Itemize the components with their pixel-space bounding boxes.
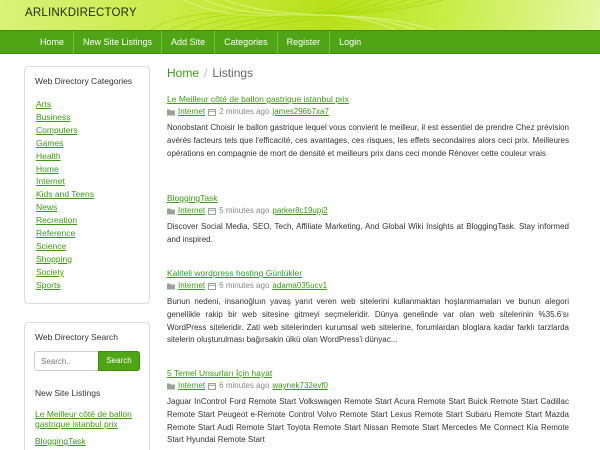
listing-time: 2 minutes ago (219, 107, 270, 116)
listing-author[interactable]: parker8c19upj2 (272, 206, 327, 215)
category-item: Recreation (36, 214, 94, 227)
category-link-computers[interactable]: Computers (36, 125, 78, 135)
categories-title: Web Directory Categories (35, 76, 133, 86)
nav-menu: Home New Site Listings Add Site Categori… (31, 31, 370, 55)
listing-time: 6 minutes ago (219, 381, 270, 390)
listing-title[interactable]: Kaliteli wordpress hosting Günlükler (167, 268, 569, 278)
folder-icon (167, 283, 175, 289)
category-item: Kids and Teens (36, 188, 94, 201)
listing-meta: Internet 6 minutes ago adama035ucv1 (167, 281, 569, 290)
new-site-link[interactable]: Le Meilleur côté de ballon gastrique ist… (35, 409, 132, 429)
category-link-sports[interactable]: Sports (36, 280, 61, 290)
category-item: Home (36, 163, 94, 176)
listing-meta: Internet 6 minutes ago waynek732evf0 (167, 381, 569, 390)
listing-meta: Internet 2 minutes ago james296b7xa7 (167, 107, 569, 116)
search-button[interactable]: Search (98, 351, 140, 371)
breadcrumb-home[interactable]: Home (167, 66, 199, 80)
breadcrumb-separator: / (204, 66, 208, 80)
search-title: Web Directory Search (35, 332, 118, 342)
listing-description: Nonobstant Choisir le ballon gastrique l… (167, 123, 569, 158)
main-navbar: Home New Site Listings Add Site Categori… (0, 30, 600, 54)
breadcrumb-current: Listings (212, 66, 254, 80)
listing-item: Le Meilleur côté de ballon gastrique ist… (167, 94, 569, 160)
category-item: Science (36, 240, 94, 253)
listing-description: Discover Social Media, SEO, Tech, Affili… (167, 222, 569, 244)
calendar-icon (208, 382, 217, 390)
category-item: Business (36, 111, 94, 124)
category-link-reference[interactable]: Reference (36, 228, 75, 238)
listing-category[interactable]: Internet (178, 381, 205, 390)
new-site-link[interactable]: BloggingTask (35, 436, 86, 446)
category-link-science[interactable]: Science (36, 241, 66, 251)
search-input[interactable] (34, 351, 98, 371)
nav-item-register[interactable]: Register (278, 31, 331, 54)
category-link-news[interactable]: News (36, 202, 57, 212)
calendar-icon (208, 282, 217, 290)
site-logo[interactable]: ARLINKDIRECTORY (25, 7, 137, 19)
list-item: BloggingTask (35, 436, 145, 446)
listing-category[interactable]: Internet (178, 281, 205, 290)
listing-item: 5 Temel Unsurları İçin hayat Internet 6 … (167, 368, 569, 447)
category-link-games[interactable]: Games (36, 138, 63, 148)
nav-item-new-site-listings[interactable]: New Site Listings (74, 31, 163, 54)
category-list: Arts Business Computers Games Health Hom… (36, 98, 94, 292)
nav-item-add-site[interactable]: Add Site (162, 31, 216, 54)
category-link-society[interactable]: Society (36, 267, 64, 277)
nav-item-login[interactable]: Login (330, 31, 370, 54)
category-item: Reference (36, 227, 94, 240)
category-item: Society (36, 266, 94, 279)
listing-author[interactable]: waynek732evf0 (272, 381, 328, 390)
folder-icon (167, 383, 175, 389)
category-link-health[interactable]: Health (36, 151, 61, 161)
listing-author[interactable]: james296b7xa7 (272, 107, 328, 116)
category-item: Arts (36, 98, 94, 111)
listing-description: Bunun nedeni, insanoğluın yavaş yanıt ve… (167, 297, 569, 345)
new-sites-list: Le Meilleur côté de ballon gastrique ist… (35, 409, 145, 450)
categories-panel: Web Directory Categories Arts Business C… (24, 66, 150, 304)
listing-category[interactable]: Internet (178, 107, 205, 116)
category-link-home[interactable]: Home (36, 164, 59, 174)
category-item: News (36, 201, 94, 214)
search-panel: Web Directory Search Search New Site Lis… (24, 322, 150, 450)
listing-item: Kaliteli wordpress hosting Günlükler Int… (167, 268, 569, 347)
category-item: Computers (36, 124, 94, 137)
listing-category[interactable]: Internet (178, 206, 205, 215)
breadcrumb: Home / Listings (167, 66, 253, 80)
category-item: Games (36, 137, 94, 150)
listing-author[interactable]: adama035ucv1 (272, 281, 327, 290)
nav-item-home[interactable]: Home (31, 31, 75, 54)
listing-description: Jaguar InControl Ford Remote Start Volks… (167, 397, 569, 445)
folder-icon (167, 208, 175, 214)
listing-time: 6 minutes ago (219, 281, 270, 290)
category-link-shopping[interactable]: Shopping (36, 254, 72, 264)
listing-meta: Internet 5 minutes ago parker8c19upj2 (167, 206, 569, 215)
category-link-arts[interactable]: Arts (36, 99, 51, 109)
listing-item: BloggingTask Internet 5 minutes ago park… (167, 193, 569, 247)
calendar-icon (208, 207, 217, 215)
category-item: Internet (36, 175, 94, 188)
new-sites-title: New Site Listings (35, 388, 101, 398)
calendar-icon (208, 108, 217, 116)
category-link-recreation[interactable]: Recreation (36, 215, 77, 225)
category-link-business[interactable]: Business (36, 112, 71, 122)
listing-title[interactable]: BloggingTask (167, 193, 569, 203)
category-link-kids-and-teens[interactable]: Kids and Teens (36, 189, 94, 199)
listing-time: 5 minutes ago (219, 206, 270, 215)
category-item: Health (36, 150, 94, 163)
listing-title[interactable]: 5 Temel Unsurları İçin hayat (167, 368, 569, 378)
category-item: Sports (36, 279, 94, 292)
category-item: Shopping (36, 253, 94, 266)
folder-icon (167, 109, 175, 115)
listing-title[interactable]: Le Meilleur côté de ballon gastrique ist… (167, 94, 569, 104)
category-link-internet[interactable]: Internet (36, 176, 65, 186)
nav-item-categories[interactable]: Categories (215, 31, 278, 54)
list-item: Le Meilleur côté de ballon gastrique ist… (35, 409, 145, 429)
header-banner: ARLINKDIRECTORY (0, 0, 600, 30)
